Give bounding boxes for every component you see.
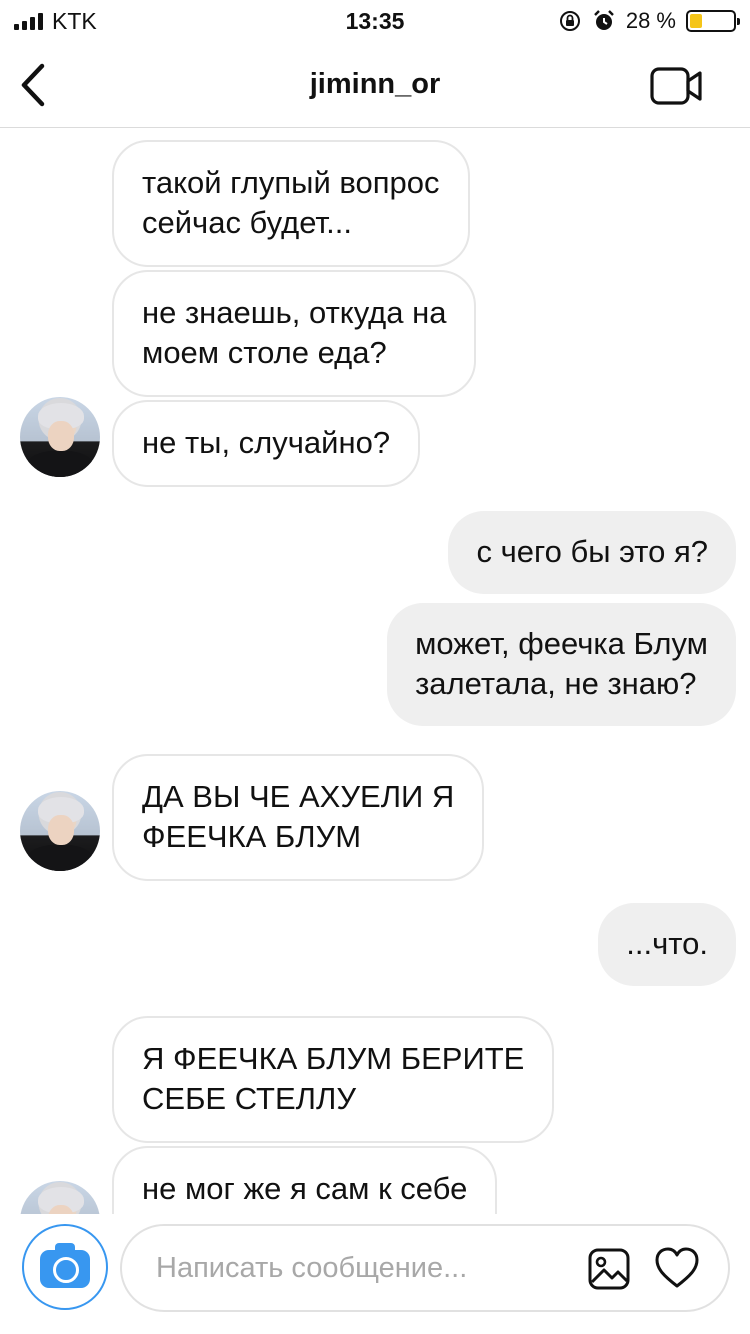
incoming-message: не ты, случайно?	[112, 400, 421, 487]
rotation-lock-icon	[559, 11, 580, 31]
incoming-message: Я ФЕЕЧКА БЛУМ БЕРИТЕ СЕБЕ СТЕЛЛУ	[112, 1016, 555, 1143]
chat-header: jiminn_or	[0, 42, 750, 128]
incoming-message: не мог же я сам к себе ...	[112, 1146, 498, 1214]
incoming-message: не знаешь, откуда на моем столе еда?	[112, 270, 477, 397]
message-input-placeholder: Написать сообщение...	[156, 1252, 468, 1284]
avatar[interactable]	[20, 397, 100, 477]
message-input[interactable]: Написать сообщение...	[120, 1224, 730, 1312]
incoming-message: ДА ВЫ ЧЕ АХУЕЛИ Я ФЕЕЧКА БЛУМ	[112, 754, 485, 881]
camera-icon	[40, 1243, 90, 1288]
incoming-message: такой глупый вопрос сейчас будет...	[112, 140, 470, 267]
message-thread[interactable]: такой глупый вопрос сейчас будет... не з…	[0, 129, 750, 1214]
outgoing-message: может, феечка Блум залетала, не знаю?	[387, 603, 736, 726]
image-icon[interactable]	[588, 1248, 630, 1290]
outgoing-message: с чего бы это я?	[448, 511, 736, 594]
message-composer: Написать сообщение...	[0, 1214, 750, 1334]
heart-icon[interactable]	[654, 1246, 700, 1290]
battery-icon	[686, 10, 740, 32]
alarm-icon	[593, 10, 614, 30]
battery-level	[690, 14, 702, 28]
avatar[interactable]	[20, 791, 100, 871]
chat-title[interactable]: jiminn_or	[0, 68, 750, 101]
avatar[interactable]	[20, 1181, 100, 1214]
status-indicators: 28 %	[558, 8, 740, 34]
outgoing-message: ...что.	[598, 903, 736, 986]
battery-percent: 28 %	[625, 8, 676, 33]
camera-button[interactable]	[22, 1224, 108, 1310]
status-bar: KTK 13:35 28 %	[0, 0, 750, 42]
video-camera-icon[interactable]	[650, 66, 704, 106]
